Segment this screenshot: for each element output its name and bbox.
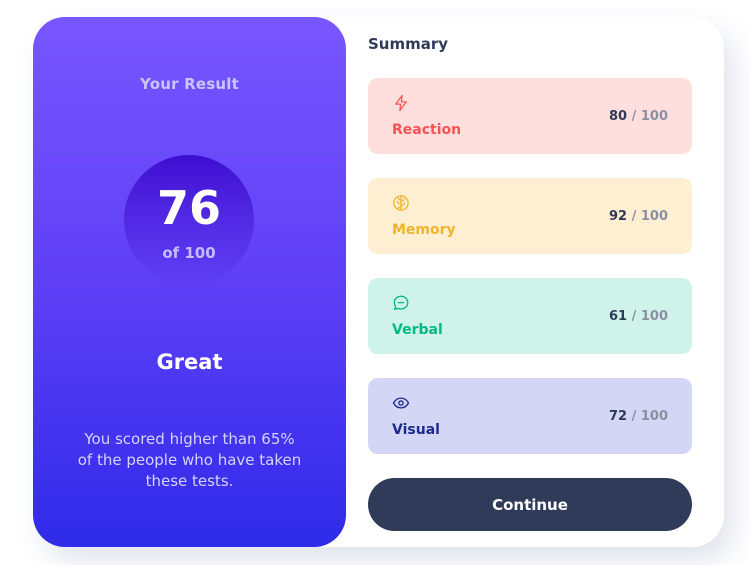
lightning-icon	[392, 94, 410, 112]
score-max: / 100	[627, 409, 668, 424]
summary-title: Summary	[368, 35, 449, 53]
summary-item-label: Verbal	[392, 322, 443, 338]
summary-item-label: Visual	[392, 422, 440, 438]
eye-icon	[392, 394, 410, 412]
continue-button[interactable]: Continue	[368, 478, 692, 531]
summary-item-label: Reaction	[392, 122, 462, 138]
result-description: You scored higher than 65% of the people…	[77, 430, 302, 490]
summary-item-score: 72 / 100	[609, 409, 668, 424]
result-title: Your Result	[140, 75, 239, 93]
score-value: 61	[608, 309, 628, 324]
brain-icon	[392, 194, 410, 212]
summary-item-score: 92 / 100	[609, 209, 668, 224]
score-of-label: of 100	[162, 244, 216, 262]
chat-bubble-icon	[392, 294, 410, 312]
summary-item-score: 61 / 100	[609, 309, 668, 324]
grade-label: Great	[156, 350, 223, 374]
result-panel: Your Result 76 of 100 Great You scored h…	[33, 17, 346, 547]
score-max: / 100	[627, 309, 668, 324]
summary-item-reaction: Reaction 80 / 100	[368, 78, 692, 154]
summary-item-visual: Visual 72 / 100	[368, 378, 692, 454]
score-value: 92	[608, 209, 628, 224]
summary-item-score: 80 / 100	[609, 109, 668, 124]
score-value: 80	[608, 109, 628, 124]
score-max: / 100	[627, 109, 668, 124]
summary-item-memory: Memory 92 / 100	[368, 178, 692, 254]
summary-item-verbal: Verbal 61 / 100	[368, 278, 692, 354]
score-value: 76	[156, 181, 221, 235]
score-value: 72	[608, 409, 628, 424]
score-max: / 100	[627, 209, 668, 224]
score-circle: 76 of 100	[124, 155, 254, 285]
summary-item-label: Memory	[392, 222, 456, 238]
